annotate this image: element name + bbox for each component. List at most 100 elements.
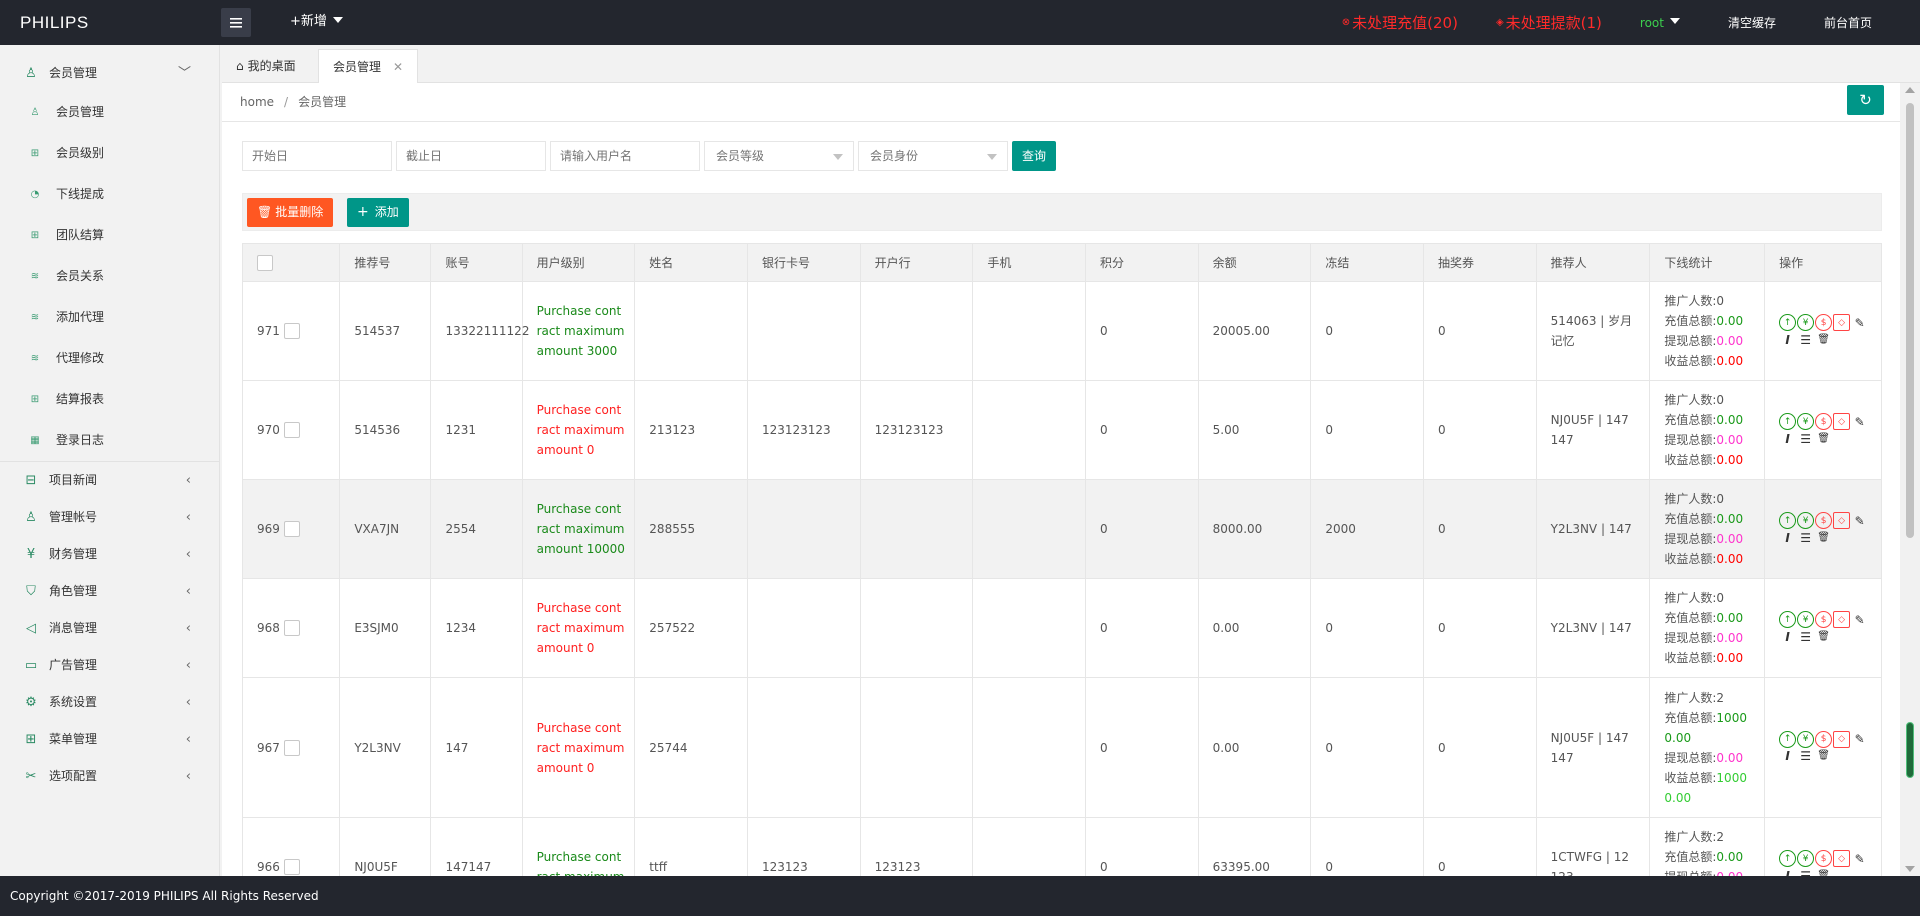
sidebar-item-add-agent[interactable]: ≋ 添加代理 (0, 297, 219, 338)
row-checkbox[interactable] (283, 521, 300, 537)
sidebar-group-member[interactable]: ♙ 会员管理 ﹀ (0, 55, 219, 92)
table-row[interactable]: 971 514537 13322111122 Purchase cont ract ma… (241, 281, 1882, 381)
list-icon[interactable]: ☰ (1797, 430, 1814, 447)
start-date-input[interactable]: 开始日 (242, 141, 392, 171)
dollar-circle-icon[interactable]: $ (1815, 611, 1833, 628)
select-all-checkbox[interactable] (257, 254, 273, 271)
trash-icon[interactable]: 🗑 (1815, 331, 1832, 348)
trash-icon[interactable]: 🗑 (1815, 748, 1832, 765)
row-checkbox[interactable] (283, 620, 300, 636)
pencil-icon[interactable]: ✎ (1851, 314, 1868, 331)
sidebar-group-menu[interactable]: ⊞ 菜单管理 ‹ (0, 721, 219, 758)
pencil-icon[interactable]: ✎ (1851, 512, 1868, 529)
menu-toggle-button[interactable] (221, 8, 251, 37)
trash-icon[interactable]: 🗑 (1815, 628, 1832, 645)
tab-desktop[interactable]: ⌂ 我的桌面 (222, 49, 310, 83)
yen-circle-icon[interactable]: ¥ (1797, 611, 1815, 628)
username-input[interactable]: 请输入用户名 (550, 141, 700, 171)
scroll-thumb[interactable] (1906, 103, 1914, 538)
table-row[interactable]: 968 E3SJM0 1234 Purchase cont ract maximum am… (241, 578, 1882, 678)
row-checkbox[interactable] (283, 323, 300, 339)
tag-icon[interactable]: ◇ (1833, 850, 1851, 867)
trash-icon[interactable]: 🗑 (1815, 867, 1832, 877)
arrow-up-circle-icon[interactable]: ↑ (1779, 730, 1797, 748)
list-icon[interactable]: ☰ (1797, 529, 1814, 546)
row-checkbox[interactable] (283, 739, 300, 756)
floating-scroll-indicator[interactable] (1906, 722, 1914, 778)
sidebar-item-downline-commission[interactable]: ◔ 下线提成 (0, 174, 219, 215)
close-icon[interactable]: ✕ (393, 60, 403, 74)
pencil-icon[interactable]: ✎ (1851, 611, 1868, 628)
clear-cache-link[interactable]: 清空缓存 (1728, 14, 1776, 31)
tab-member-manage[interactable]: 会员管理 ✕ (318, 49, 419, 83)
refresh-button[interactable]: ↻ (1847, 85, 1884, 115)
table-row[interactable]: 969 VXA7JN 2554 Purchase cont ract maximum am… (241, 479, 1882, 579)
yen-circle-icon[interactable]: ¥ (1797, 413, 1815, 430)
sidebar-group-settings[interactable]: ⚙ 系统设置 ‹ (0, 684, 219, 721)
dollar-circle-icon[interactable]: $ (1815, 413, 1833, 430)
scroll-down-icon[interactable] (1905, 866, 1915, 872)
breadcrumb-home[interactable]: home (240, 95, 274, 109)
list-icon[interactable]: ☰ (1797, 331, 1814, 348)
arrow-up-circle-icon[interactable]: ↑ (1779, 512, 1797, 529)
yen-circle-icon[interactable]: ¥ (1797, 730, 1815, 748)
italic-icon[interactable]: I (1779, 430, 1796, 447)
sidebar-item-member-manage[interactable]: ♙ 会员管理 (0, 92, 219, 133)
dollar-circle-icon[interactable]: $ (1815, 512, 1833, 529)
sidebar-group-news[interactable]: ⊟ 项目新闻 ‹ (0, 462, 219, 499)
sidebar-group-messages[interactable]: ◁ 消息管理 ‹ (0, 610, 219, 647)
pencil-icon[interactable]: ✎ (1851, 850, 1868, 867)
member-level-select[interactable]: 会员等级 (704, 141, 854, 171)
member-identity-select[interactable]: 会员身份 (858, 141, 1008, 171)
unprocessed-recharge-link[interactable]: ⊗ 未处理充值(20) (1342, 12, 1458, 33)
italic-icon[interactable]: I (1779, 529, 1796, 546)
italic-icon[interactable]: I (1779, 748, 1796, 765)
dollar-circle-icon[interactable]: $ (1815, 314, 1833, 331)
tag-icon[interactable]: ◇ (1833, 730, 1851, 748)
sidebar-group-finance[interactable]: ¥ 财务管理 ‹ (0, 536, 219, 573)
sidebar-group-accounts[interactable]: ♙ 管理帐号 ‹ (0, 499, 219, 536)
arrow-up-circle-icon[interactable]: ↑ (1779, 413, 1797, 430)
sidebar-group-ads[interactable]: ▭ 广告管理 ‹ (0, 647, 219, 684)
italic-icon[interactable]: I (1779, 331, 1796, 348)
list-icon[interactable]: ☰ (1797, 867, 1814, 877)
sidebar-item-login-log[interactable]: ▦ 登录日志 (0, 420, 219, 461)
front-home-link[interactable]: 前台首页 (1824, 14, 1872, 31)
add-button[interactable]: + 添加 (347, 198, 409, 227)
query-button[interactable]: 查询 (1012, 141, 1056, 171)
table-row[interactable]: 966 NJ0U5F 147147 Purchase cont ract maximum… (241, 817, 1882, 877)
arrow-up-circle-icon[interactable]: ↑ (1779, 850, 1797, 867)
dollar-circle-icon[interactable]: $ (1815, 850, 1833, 867)
tag-icon[interactable]: ◇ (1833, 512, 1851, 529)
tag-icon[interactable]: ◇ (1833, 314, 1851, 331)
trash-icon[interactable]: 🗑 (1815, 529, 1832, 546)
row-checkbox[interactable] (283, 422, 300, 438)
italic-icon[interactable]: I (1779, 867, 1796, 877)
sidebar-item-edit-agent[interactable]: ≋ 代理修改 (0, 338, 219, 379)
pencil-icon[interactable]: ✎ (1851, 413, 1868, 430)
sidebar-item-member-level[interactable]: ⊞ 会员级别 (0, 133, 219, 174)
new-menu-button[interactable]: +新增 (290, 0, 343, 43)
row-checkbox[interactable] (283, 859, 300, 875)
dollar-circle-icon[interactable]: $ (1815, 730, 1833, 748)
sidebar-group-options[interactable]: ✂ 选项配置 ‹ (0, 758, 219, 795)
tag-icon[interactable]: ◇ (1833, 611, 1851, 628)
yen-circle-icon[interactable]: ¥ (1797, 314, 1815, 331)
yen-circle-icon[interactable]: ¥ (1797, 850, 1815, 867)
arrow-up-circle-icon[interactable]: ↑ (1779, 314, 1797, 331)
unprocessed-withdraw-link[interactable]: ◈ 未处理提款(1) (1496, 12, 1602, 33)
table-row[interactable]: 967 Y2L3NV 147 Purchase cont ract maximum amo… (241, 677, 1882, 818)
sidebar-group-roles[interactable]: ⛉ 角色管理 ‹ (0, 573, 219, 610)
sidebar-item-settlement-report[interactable]: ⊞ 结算报表 (0, 379, 219, 420)
italic-icon[interactable]: I (1779, 628, 1796, 645)
arrow-up-circle-icon[interactable]: ↑ (1779, 611, 1797, 628)
pencil-icon[interactable]: ✎ (1851, 731, 1868, 748)
scroll-up-icon[interactable] (1905, 87, 1915, 93)
sidebar-item-member-relation[interactable]: ≋ 会员关系 (0, 256, 219, 297)
user-menu[interactable]: root (1640, 16, 1680, 30)
sidebar-item-team-settlement[interactable]: ⊞ 团队结算 (0, 215, 219, 256)
tag-icon[interactable]: ◇ (1833, 413, 1851, 430)
batch-delete-button[interactable]: 🗑 批量删除 (247, 198, 334, 227)
end-date-input[interactable]: 截止日 (396, 141, 546, 171)
list-icon[interactable]: ☰ (1797, 628, 1814, 645)
